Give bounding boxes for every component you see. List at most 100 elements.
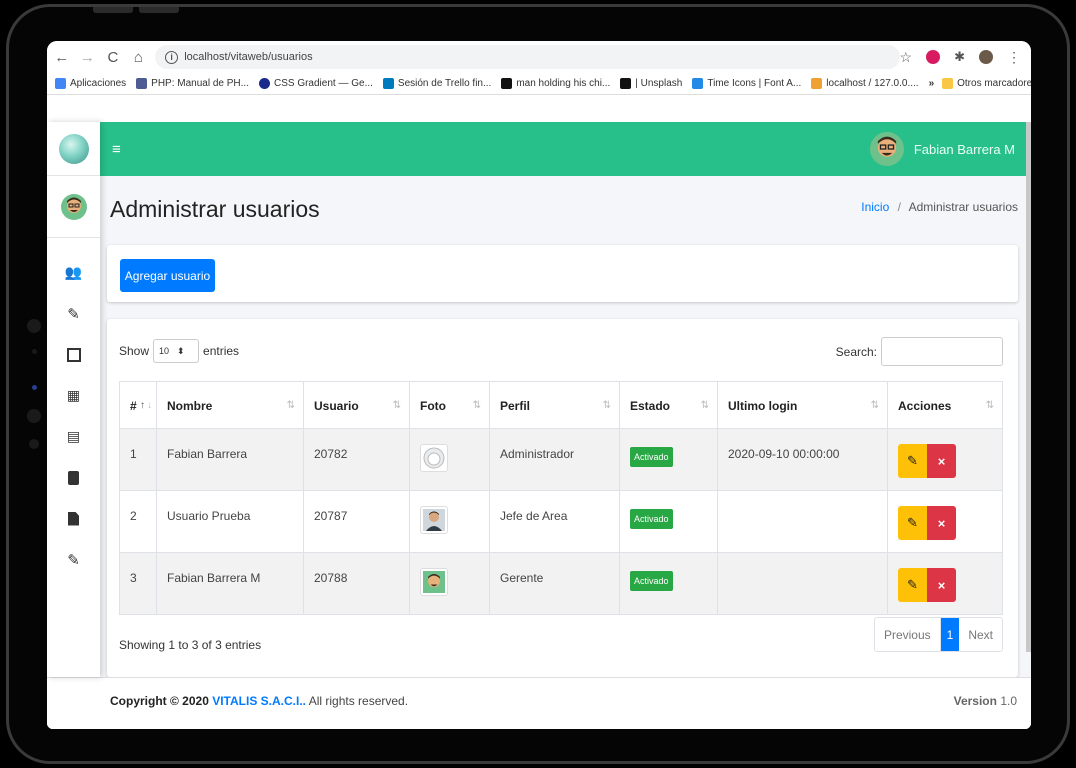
default-avatar-icon: [423, 447, 445, 469]
apps-grid-icon: [55, 78, 66, 89]
address-bar[interactable]: i localhost/vitaweb/usuarios: [155, 45, 900, 69]
column-header-acciones[interactable]: Acciones ⇅: [887, 381, 1003, 429]
bookmark-unsplash-2[interactable]: | Unsplash: [620, 78, 682, 89]
column-header-number[interactable]: # ↑ ↓: [119, 381, 157, 429]
sidebar-item-users[interactable]: 👥: [47, 252, 100, 293]
sidebar-item-table[interactable]: [47, 334, 100, 375]
delete-user-button[interactable]: ×: [927, 444, 956, 478]
bookmark-trello[interactable]: Sesión de Trello fin...: [382, 78, 492, 89]
column-header-foto[interactable]: Foto ⇅: [409, 381, 490, 429]
next-page-button[interactable]: Next: [959, 618, 1002, 651]
close-icon: ×: [937, 515, 946, 531]
page-1-button[interactable]: 1: [940, 618, 960, 651]
delete-user-button[interactable]: ×: [927, 568, 956, 602]
sidebar-user-panel[interactable]: [47, 176, 100, 238]
status-badge[interactable]: Activado: [630, 447, 673, 467]
column-header-ultimo-login[interactable]: Ultimo login ⇅: [717, 381, 888, 429]
pagination: Previous 1 Next: [873, 617, 1003, 652]
trello-icon: [382, 78, 394, 89]
edit-user-button[interactable]: ✎: [898, 568, 927, 602]
bookmark-php[interactable]: PHP: Manual de PH...: [136, 78, 249, 89]
brand-logo[interactable]: [47, 122, 100, 176]
edit-icon: ✎: [67, 305, 80, 323]
menu-dots-icon[interactable]: ⋮: [1007, 49, 1021, 66]
hamburger-menu-icon[interactable]: ≡: [112, 141, 121, 158]
sidebar-item-book[interactable]: [47, 457, 100, 498]
profile-avatar-icon[interactable]: [979, 50, 994, 64]
close-icon: ×: [937, 577, 946, 593]
sort-icon: ⇅: [472, 400, 481, 411]
column-header-usuario[interactable]: Usuario ⇅: [303, 381, 410, 429]
column-header-perfil[interactable]: Perfil ⇅: [489, 381, 620, 429]
fontawesome-icon: [692, 78, 704, 89]
header-label: #: [130, 399, 137, 413]
top-navbar: ≡ Fabian Barrera M: [100, 122, 1031, 176]
bookmark-unsplash-1[interactable]: man holding his chi...: [501, 78, 610, 89]
back-icon[interactable]: ←: [51, 49, 73, 66]
cell-foto: [409, 428, 490, 491]
browser-window: ← → C ⌂ i localhost/vitaweb/usuarios ☆ ✱…: [47, 41, 1031, 729]
breadcrumb: Inicio / Administrar usuarios: [861, 200, 1018, 214]
user-name: Fabian Barrera M: [913, 141, 1015, 157]
css-gradient-icon: [258, 78, 270, 89]
reload-icon[interactable]: C: [102, 49, 124, 66]
cell-nombre: Fabian Barrera M: [156, 552, 304, 615]
bookmark-label: Time Icons | Font A...: [707, 78, 802, 89]
entries-length-control: Show 10 ⬍ entries: [119, 339, 239, 363]
puzzle-icon[interactable]: ✱: [954, 49, 965, 65]
bookmark-fontawesome[interactable]: Time Icons | Font A...: [692, 78, 801, 89]
unsplash-icon: [620, 78, 632, 89]
column-header-nombre[interactable]: Nombre ⇅: [156, 381, 304, 429]
search-input[interactable]: [881, 337, 1003, 366]
sidebar-item-calendar[interactable]: ▤: [47, 416, 100, 457]
column-header-estado[interactable]: Estado ⇅: [619, 381, 718, 429]
home-icon[interactable]: ⌂: [128, 49, 150, 66]
sidebar-item-file[interactable]: [47, 498, 100, 539]
entries-select[interactable]: 10 ⬍: [153, 339, 200, 363]
user-menu[interactable]: Fabian Barrera M: [869, 132, 1015, 166]
previous-page-button[interactable]: Previous: [875, 618, 941, 651]
header-label: Usuario: [314, 399, 359, 413]
forward-icon[interactable]: →: [77, 49, 99, 66]
bookmark-label: Aplicaciones: [70, 78, 127, 89]
cell-usuario: 20787: [303, 490, 410, 553]
bookmark-label: man holding his chi...: [516, 78, 611, 89]
star-icon[interactable]: ☆: [900, 49, 913, 66]
cell-nombre: Usuario Prueba: [156, 490, 304, 553]
sidebar-item-edit-2[interactable]: ✎: [47, 539, 100, 580]
page-scrollbar[interactable]: [1026, 122, 1031, 652]
cell-estado: Activado: [619, 552, 718, 615]
breadcrumb-home-link[interactable]: Inicio: [861, 200, 889, 214]
status-badge[interactable]: Activado: [630, 571, 673, 591]
more-bookmarks-button[interactable]: »: [929, 78, 935, 89]
version-label: Version: [953, 694, 997, 708]
info-icon[interactable]: i: [165, 50, 179, 64]
sort-icon: ⇅: [602, 400, 611, 411]
browser-toolbar: ← → C ⌂ i localhost/vitaweb/usuarios ☆ ✱…: [47, 41, 1031, 73]
pencil-icon: ✎: [907, 453, 918, 468]
bookmark-label: Sesión de Trello fin...: [397, 78, 492, 89]
sidebar-item-edit[interactable]: ✎: [47, 293, 100, 334]
company-link[interactable]: VITALIS S.A.C.I..: [212, 694, 306, 708]
pencil-icon: ✎: [907, 515, 918, 530]
sort-icon: ⇅: [700, 400, 709, 411]
delete-user-button[interactable]: ×: [927, 506, 956, 540]
user-photo: [420, 568, 448, 596]
bookmark-phpmyadmin[interactable]: localhost / 127.0.0....: [811, 78, 919, 89]
sidebar-item-grid[interactable]: ▦: [47, 375, 100, 416]
extension-icon[interactable]: [926, 50, 941, 64]
other-bookmarks[interactable]: Otros marcadores: [942, 78, 1031, 89]
edit-user-button[interactable]: ✎: [898, 444, 927, 478]
bookmark-apps[interactable]: Aplicaciones: [55, 78, 126, 89]
bookmark-css[interactable]: CSS Gradient — Ge...: [258, 78, 373, 89]
edit-user-button[interactable]: ✎: [898, 506, 927, 540]
bookmarks-bar: Aplicaciones PHP: Manual de PH... CSS Gr…: [47, 73, 1031, 95]
add-user-button[interactable]: Agregar usuario: [120, 259, 215, 292]
breadcrumb-separator: /: [897, 200, 901, 214]
gem-logo-icon: [58, 133, 89, 164]
table-icon: [66, 347, 81, 362]
bookmark-label: Otros marcadores: [957, 78, 1031, 89]
status-badge[interactable]: Activado: [630, 509, 673, 529]
cell-perfil: Gerente: [489, 552, 620, 615]
edit-icon: ✎: [67, 551, 80, 569]
